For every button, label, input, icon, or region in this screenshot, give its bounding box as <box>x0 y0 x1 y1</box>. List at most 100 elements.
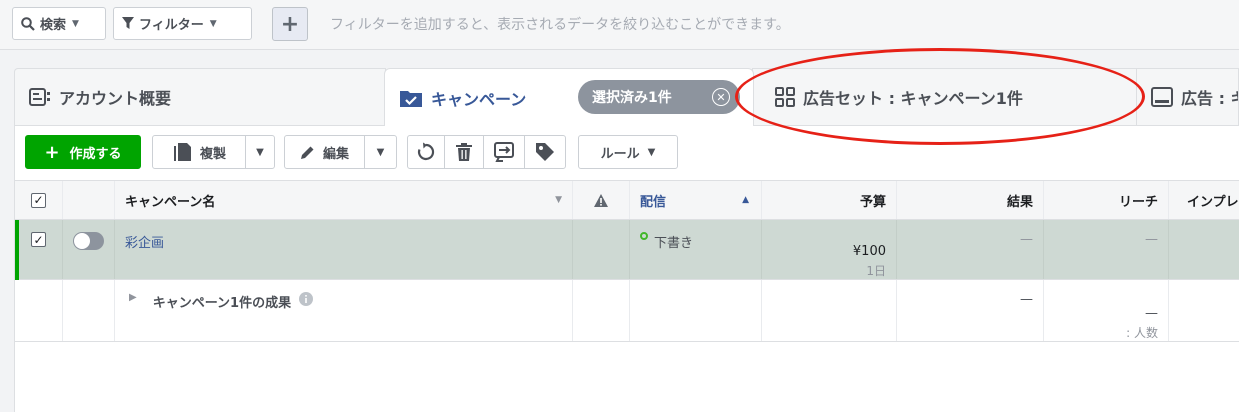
filter-button[interactable]: フィルター ▼ <box>113 7 252 40</box>
caret-down-icon: ▼ <box>72 18 79 29</box>
summary-empty-cell <box>762 280 897 341</box>
level-tabs: アカウント概要 キャンペーン 選択済み1件 ✕ 広告セット : キャンペーン1件… <box>14 68 1239 126</box>
results-cell: — <box>897 220 1044 279</box>
summary-row: ▶ キャンペーン1件の成果 — — : 人数 <box>15 280 1239 342</box>
summary-empty-cell <box>63 280 115 341</box>
table-row[interactable]: ✓ 彩企画 下書き ¥100 1日 — — <box>15 220 1239 280</box>
select-all-cell: ✓ <box>15 181 63 219</box>
budget-amount: ¥100 <box>852 244 886 259</box>
column-header-reach[interactable]: リーチ <box>1044 181 1169 219</box>
summary-empty-cell <box>630 280 762 341</box>
summary-reach-value: — <box>1145 306 1158 321</box>
pencil-icon <box>300 145 315 160</box>
tab-ad-label: 広告 : キ <box>1181 89 1238 108</box>
search-button[interactable]: 検索 ▼ <box>12 7 106 40</box>
rules-label: ルール <box>600 146 640 162</box>
column-header-delivery[interactable]: 配信 ▲ <box>630 181 762 219</box>
refresh-button[interactable] <box>407 135 445 169</box>
tab-campaign-label: キャンペーン <box>431 89 527 109</box>
filter-label: フィルター <box>139 18 204 33</box>
filter-hint: フィルターを追加すると、表示されるデータを絞り込むことができます。 <box>330 17 790 33</box>
selected-count-badge: 選択済み1件 ✕ <box>578 80 740 114</box>
impressions-cell <box>1169 220 1239 279</box>
column-header-impressions[interactable]: インプレ <box>1169 181 1239 219</box>
caret-down-icon: ▼ <box>647 146 656 158</box>
warning-icon <box>594 193 608 207</box>
summary-empty-cell <box>15 280 63 341</box>
column-header-delivery-label: 配信 <box>640 194 667 210</box>
campaign-panel: + 作成する 複製 ▼ 編集 ▼ ルール ▼ ✓ キャンペーン名 ▼ 配信 ▲ … <box>14 125 1239 412</box>
tab-adset-label: 広告セット : キャンペーン1件 <box>803 89 1023 108</box>
ab-test-icon <box>494 142 514 162</box>
budget-cell: ¥100 1日 <box>762 220 897 279</box>
create-label: 作成する <box>69 146 122 162</box>
plus-icon: + <box>280 11 300 37</box>
summary-results-value: — <box>1020 292 1033 307</box>
ab-test-button[interactable] <box>483 135 525 169</box>
status-dot-icon <box>640 232 648 240</box>
funnel-icon <box>122 17 134 30</box>
column-header-name-label: キャンペーン名 <box>125 194 216 210</box>
campaign-name-cell: 彩企画 <box>115 220 573 279</box>
expand-caret-icon[interactable]: ▶ <box>129 292 137 303</box>
column-header-results-label: 結果 <box>1006 194 1033 210</box>
warning-cell <box>573 220 630 279</box>
column-header-name[interactable]: キャンペーン名 ▼ <box>115 181 573 219</box>
table-header: ✓ キャンペーン名 ▼ 配信 ▲ 予算 結果 リーチ インプレ <box>15 181 1239 220</box>
campaign-toggle[interactable] <box>73 232 104 250</box>
create-button[interactable]: + 作成する <box>25 135 141 169</box>
summary-label-cell: ▶ キャンペーン1件の成果 <box>115 280 573 341</box>
edit-button[interactable]: 編集 <box>284 135 365 169</box>
summary-reach-cell: — : 人数 <box>1044 280 1169 341</box>
column-header-budget[interactable]: 予算 <box>762 181 897 219</box>
column-header-reach-label: リーチ <box>1118 194 1158 210</box>
campaign-name-link[interactable]: 彩企画 <box>125 232 164 251</box>
duplicate-icon <box>172 142 192 162</box>
clear-selection-icon[interactable]: ✕ <box>712 88 730 106</box>
duplicate-label: 複製 <box>199 146 226 162</box>
tab-account-label: アカウント概要 <box>59 89 172 108</box>
add-filter-button[interactable]: + <box>272 7 308 41</box>
select-all-checkbox[interactable]: ✓ <box>31 192 46 208</box>
caret-down-icon: ▼ <box>209 18 217 29</box>
caret-down-icon: ▼ <box>256 146 264 158</box>
ad-icon <box>1151 87 1173 107</box>
column-header-warning[interactable] <box>573 181 630 219</box>
delivery-cell: 下書き <box>630 220 762 279</box>
row-checkbox[interactable]: ✓ <box>31 232 46 247</box>
refresh-icon <box>416 142 436 162</box>
duplicate-dropdown-button[interactable]: ▼ <box>245 135 275 169</box>
summary-reach-unit: : 人数 <box>1126 326 1158 340</box>
toggle-header-cell <box>63 181 115 219</box>
summary-empty-cell <box>1169 280 1239 341</box>
reach-cell: — <box>1044 220 1169 279</box>
sort-ascending-icon: ▲ <box>742 195 749 205</box>
rules-button[interactable]: ルール ▼ <box>578 135 678 169</box>
edit-label: 編集 <box>322 146 349 162</box>
caret-down-icon: ▼ <box>376 146 385 158</box>
budget-period: 1日 <box>866 264 886 278</box>
summary-empty-cell <box>573 280 630 341</box>
duplicate-button[interactable]: 複製 <box>152 135 246 169</box>
column-header-budget-label: 予算 <box>859 194 886 210</box>
column-header-results[interactable]: 結果 <box>897 181 1044 219</box>
row-checkbox-cell: ✓ <box>15 220 63 279</box>
summary-label: キャンペーン1件の成果 <box>152 296 292 311</box>
reach-value: — <box>1145 232 1158 247</box>
edit-dropdown-button[interactable]: ▼ <box>364 135 397 169</box>
sort-caret-icon: ▼ <box>555 195 562 205</box>
account-icon <box>29 88 51 106</box>
tab-adset[interactable]: 広告セット : キャンペーン1件 <box>752 68 1138 125</box>
filter-bar: 検索 ▼ フィルター ▼ + フィルターを追加すると、表示されるデータを絞り込む… <box>0 0 1239 50</box>
row-toggle-cell <box>63 220 115 279</box>
search-icon <box>21 16 35 31</box>
delivery-status: 下書き <box>654 236 694 251</box>
info-icon[interactable] <box>299 292 314 306</box>
trash-icon <box>456 143 472 161</box>
tab-ad[interactable]: 広告 : キ <box>1136 68 1239 125</box>
delete-button[interactable] <box>444 135 484 169</box>
grid-icon <box>775 87 795 107</box>
tab-account-overview[interactable]: アカウント概要 <box>14 68 386 125</box>
tag-button[interactable] <box>524 135 566 169</box>
tag-icon <box>535 142 555 162</box>
